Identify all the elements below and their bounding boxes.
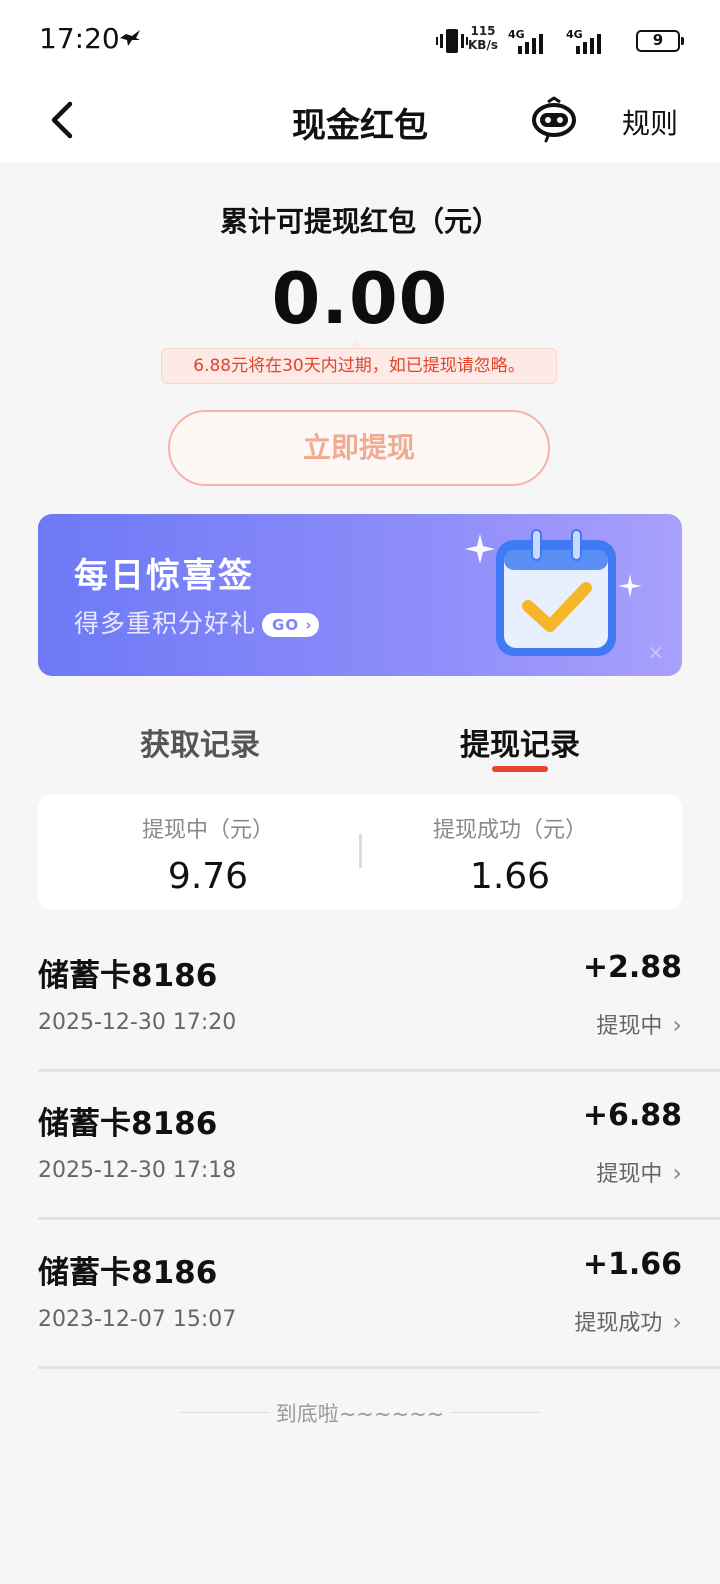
- success-label: 提现成功（元）: [432, 818, 587, 843]
- list-item[interactable]: 储蓄卡8186 2025-12-30 17:20 +2.88 提现中 ›: [38, 922, 720, 1072]
- record-title: 储蓄卡8186: [38, 958, 218, 994]
- notification-bird-icon: [118, 28, 142, 52]
- record-status-link[interactable]: 提现中 ›: [596, 1008, 682, 1040]
- svg-text:4G: 4G: [566, 28, 583, 41]
- record-title: 储蓄卡8186: [38, 1255, 218, 1291]
- vibrate-icon: [436, 28, 468, 58]
- chevron-right-icon: ›: [672, 1308, 682, 1336]
- tooltip-caret: [349, 341, 363, 348]
- promo-subtitle: 得多重积分好礼 GO ›: [74, 604, 319, 640]
- app-header: 现金红包 规则: [0, 80, 720, 162]
- tab-acquire-records[interactable]: 获取记录: [100, 720, 300, 764]
- withdraw-summary-card: 提现中（元） 9.76 提现成功（元） 1.66: [38, 794, 682, 910]
- record-status: 提现中: [596, 1014, 663, 1039]
- assistant-button[interactable]: [530, 96, 578, 144]
- page-title: 现金红包: [292, 106, 428, 146]
- chevron-right-icon: ›: [672, 1011, 682, 1039]
- status-time: 17:20: [39, 22, 120, 55]
- record-time: 2023-12-07 15:07: [38, 1307, 237, 1332]
- pending-label: 提现中（元）: [141, 818, 274, 843]
- list-item[interactable]: 储蓄卡8186 2023-12-07 15:07 +1.66 提现成功 ›: [38, 1219, 720, 1369]
- expiry-note: 6.88元将在30天内过期，如已提现请忽略。: [161, 348, 557, 384]
- balance-label: 累计可提现红包（元）: [219, 205, 500, 238]
- record-status: 提现中: [596, 1162, 663, 1187]
- status-bar: 17:20 115 KB/s 4G 4G 9: [0, 0, 720, 80]
- robot-assistant-icon: [532, 96, 576, 143]
- record-tabs: 获取记录 提现记录: [0, 700, 720, 780]
- balance-amount: 0.00: [271, 258, 449, 340]
- tab-withdraw-records[interactable]: 提现记录: [420, 720, 620, 764]
- record-title: 储蓄卡8186: [38, 1106, 218, 1142]
- record-time: 2025-12-30 17:20: [38, 1010, 237, 1035]
- success-value: 1.66: [469, 856, 551, 897]
- signal-icon-2: 4G: [566, 28, 626, 60]
- record-amount: +1.66: [582, 1247, 682, 1282]
- list-end-text: 到底啦~~~~~~: [275, 1402, 445, 1426]
- active-tab-indicator: [492, 766, 548, 772]
- pending-value: 9.76: [167, 856, 249, 897]
- expiry-tooltip: 6.88元将在30天内过期，如已提现请忽略。: [161, 341, 557, 384]
- divider-right: [450, 1412, 540, 1413]
- chevron-right-icon: ›: [672, 1159, 682, 1187]
- success-summary: 提现成功（元） 1.66: [360, 812, 660, 897]
- net-speed-value: 115: [470, 24, 496, 38]
- record-amount: +6.88: [582, 1098, 682, 1133]
- record-time: 2025-12-30 17:18: [38, 1158, 237, 1183]
- record-status-link[interactable]: 提现中 ›: [596, 1156, 682, 1188]
- daily-signin-banner[interactable]: 每日惊喜签 得多重积分好礼 GO › ×: [38, 514, 682, 676]
- signal-icon: 4G: [508, 28, 568, 60]
- pending-summary: 提现中（元） 9.76: [58, 812, 358, 897]
- calendar-check-icon: [458, 514, 658, 676]
- net-speed-unit: KB/s: [468, 38, 498, 52]
- network-speed: 115 KB/s: [466, 24, 500, 52]
- list-end-marker: 到底啦~~~~~~: [180, 1398, 540, 1428]
- close-banner-button[interactable]: ×: [647, 640, 664, 664]
- go-label: GO: [272, 616, 300, 634]
- rules-link[interactable]: 规则: [622, 102, 678, 142]
- go-badge[interactable]: GO ›: [262, 613, 319, 637]
- list-item[interactable]: 储蓄卡8186 2025-12-30 17:18 +6.88 提现中 ›: [38, 1070, 720, 1220]
- svg-text:4G: 4G: [508, 28, 525, 41]
- record-amount: +2.88: [582, 950, 682, 985]
- promo-title: 每日惊喜签: [74, 556, 254, 596]
- chevron-right-icon: ›: [299, 616, 313, 634]
- record-status-link[interactable]: 提现成功 ›: [574, 1305, 682, 1337]
- record-status: 提现成功: [574, 1311, 663, 1336]
- battery-icon: 9: [636, 30, 684, 52]
- promo-subtitle-text: 得多重积分好礼: [74, 609, 257, 638]
- withdraw-now-button[interactable]: 立即提现: [168, 410, 550, 486]
